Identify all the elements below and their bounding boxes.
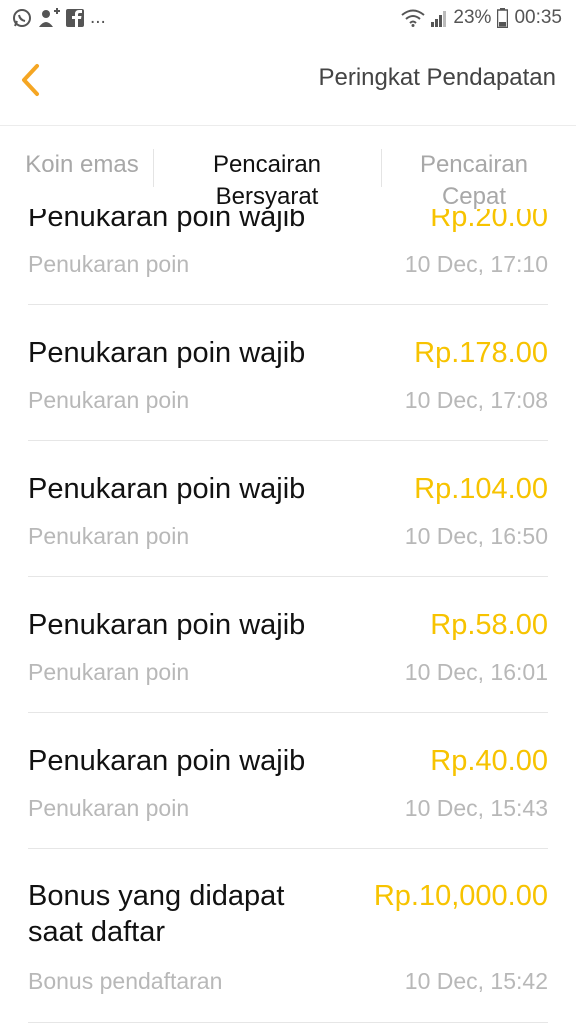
transaction-list[interactable]: Penukaran poin wajib Rp.20.00 Penukaran … [0,136,576,1024]
status-left: ... [12,7,106,29]
tab-koin-emas[interactable]: Koin emas [14,149,150,181]
transaction-type: Penukaran poin [28,251,190,277]
transaction-title: Penukaran poin wajib [28,745,306,777]
transaction-time: 10 Dec, 16:01 [404,659,548,685]
transaction-title: Penukaran poin wajib [28,337,306,369]
transaction-amount: Rp.40.00 [430,745,548,777]
battery-percent: 23% [453,7,492,28]
transaction-type: Penukaran poin [28,659,190,685]
back-button[interactable] [10,56,50,104]
tab-divider [153,149,154,187]
list-item[interactable]: Penukaran poin wajib Rp.178.00 Penukaran… [28,305,548,441]
status-right: 23% 00:35 [401,7,562,29]
transaction-time: 10 Dec, 17:08 [404,387,548,413]
transaction-title: Bonus yang didapat saat daftar [28,880,285,948]
battery-icon [497,8,509,28]
transaction-time: 10 Dec, 15:42 [404,968,548,994]
transaction-amount: Rp.58.00 [430,609,548,641]
more-notifications: ... [90,7,106,28]
tab-bar: Koin emas Pencairan Bersyarat Pencairan … [0,127,576,210]
transaction-time: 10 Dec, 15:43 [404,795,548,821]
transaction-title: Penukaran poin wajib [28,473,306,505]
transaction-amount: Rp.10,000.00 [373,880,548,912]
facebook-icon [66,8,84,28]
add-person-icon [38,8,60,28]
tab-divider [381,149,382,187]
tab-pencairan-bersyarat[interactable]: Pencairan Bersyarat [172,149,362,213]
transaction-type: Penukaran poin [28,387,190,413]
whatsapp-icon [12,8,32,28]
list-item[interactable]: Penukaran poin wajib Rp.104.00 Penukaran… [28,441,548,577]
transaction-title: Penukaran poin wajib [28,609,306,641]
wifi-icon [401,8,426,28]
signal-icon [431,8,447,28]
list-item[interactable]: Penukaran poin wajib Rp.58.00 Penukaran … [28,577,548,713]
app-bar: Peringkat Pendapatan [0,36,576,126]
chevron-left-icon [22,64,39,96]
transaction-type: Penukaran poin [28,795,190,821]
status-time: 00:35 [514,7,562,28]
transaction-amount: Rp.104.00 [414,473,548,505]
transaction-type: Bonus pendaftaran [28,968,223,994]
transaction-time: 10 Dec, 16:50 [404,523,548,549]
status-bar: ... 23% 00:35 [0,0,576,36]
list-item[interactable]: Bonus yang didapat saat daftar Rp.10,000… [28,849,548,1023]
tab-pencairan-cepat[interactable]: Pencairan Cepat [392,149,556,213]
transaction-type: Penukaran poin [28,523,190,549]
page-title: Peringkat Pendapatan [318,64,556,91]
transaction-amount: Rp.178.00 [414,337,548,369]
transaction-time: 10 Dec, 17:10 [404,251,548,277]
list-item[interactable]: Penukaran poin wajib Rp.40.00 Penukaran … [28,713,548,849]
